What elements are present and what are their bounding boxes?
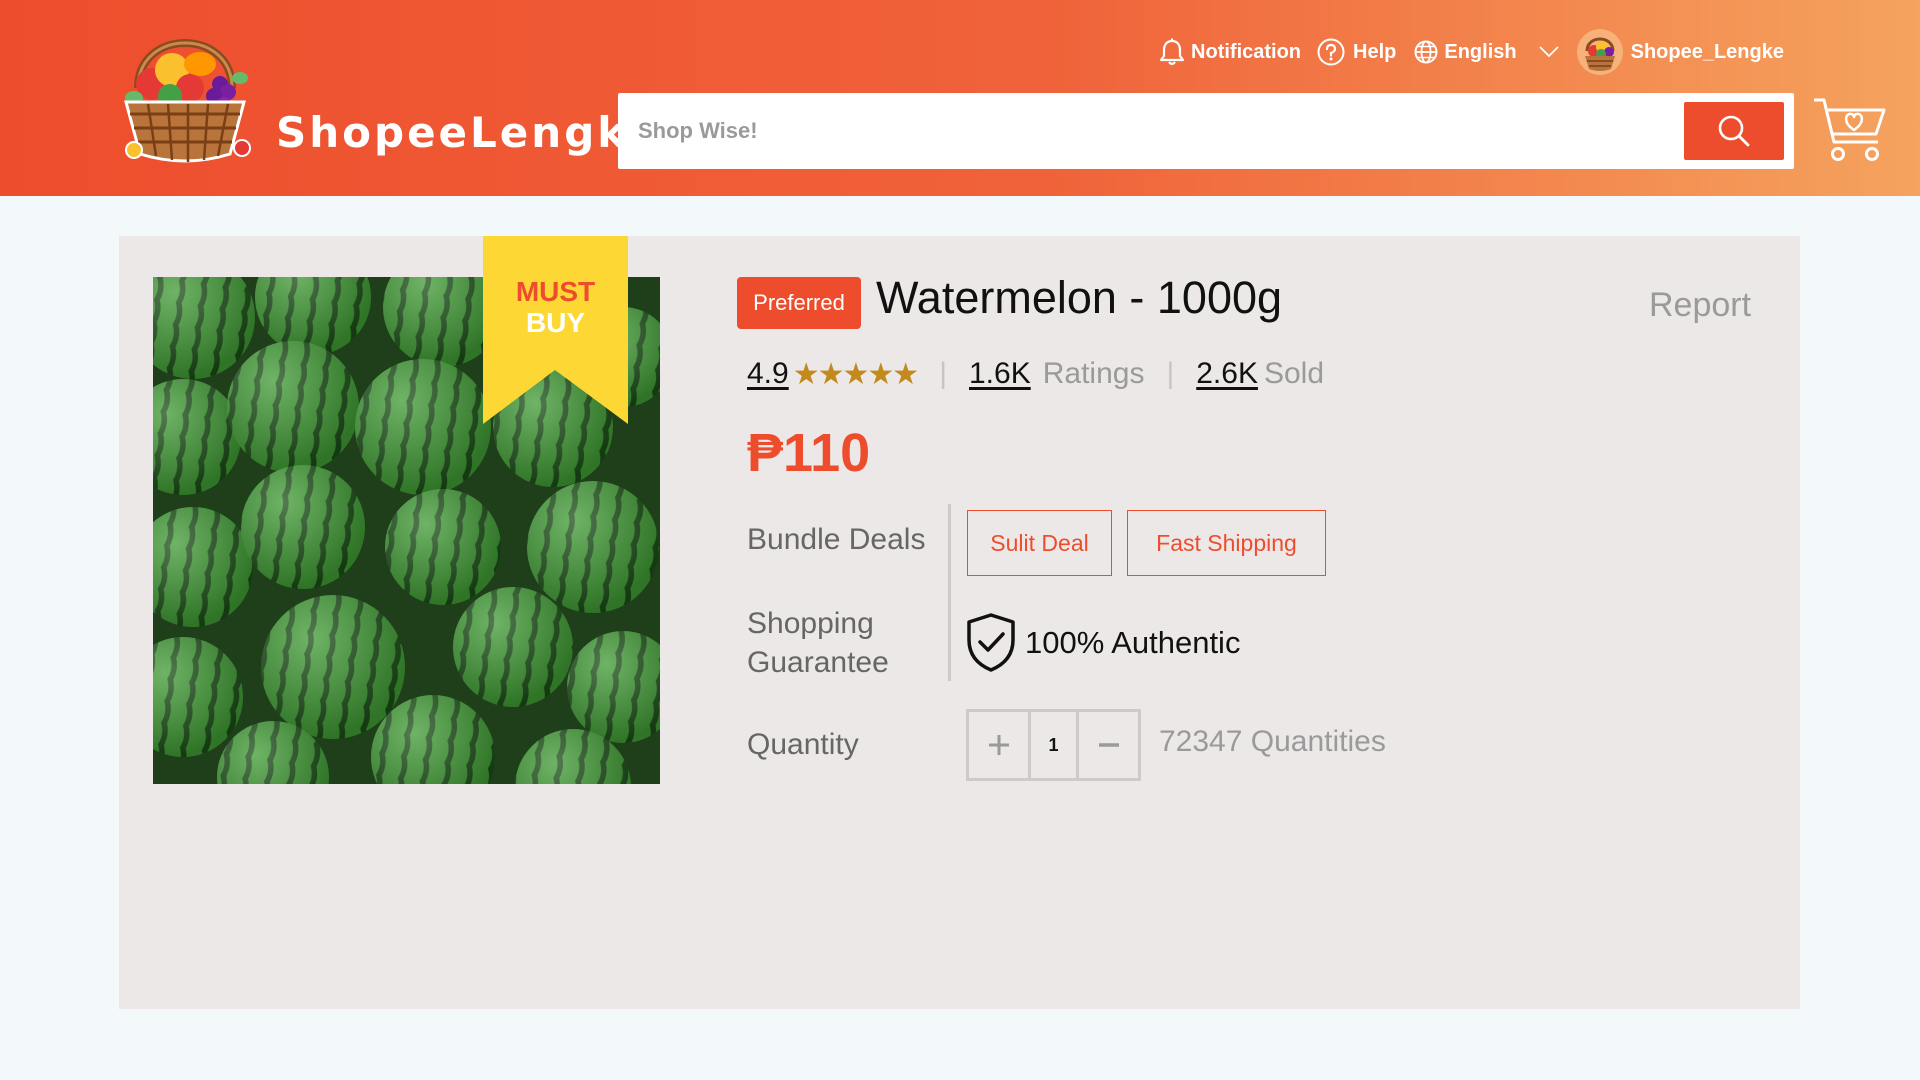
product-title: Watermelon - 1000g: [876, 272, 1283, 323]
help-link[interactable]: Help: [1317, 38, 1396, 66]
brand-name[interactable]: ShopeeLengke: [276, 108, 659, 157]
shield-check-icon: [967, 613, 1015, 672]
divider: |: [1166, 357, 1175, 390]
language-selector[interactable]: English: [1414, 40, 1576, 64]
search-button[interactable]: [1684, 102, 1784, 160]
top-nav: Notification Help English Shopee_Lengke: [1159, 29, 1784, 75]
top-header: ShopeeLengke Notification Help English S…: [0, 0, 1920, 196]
chevron-down-icon[interactable]: [1538, 46, 1559, 58]
search-icon: [1718, 115, 1750, 147]
rating-row: 4.9 ★★★★★ | 1.6K Ratings | 2.6K Sold: [747, 354, 1324, 394]
must-buy-label: MUST BUY: [483, 276, 628, 338]
cart-heart-icon[interactable]: [1812, 94, 1888, 168]
authentic-text: 100% Authentic: [1025, 625, 1241, 660]
ribbon-line-1: MUST: [515, 276, 596, 307]
preferred-badge: Preferred: [737, 277, 861, 329]
plus-icon: [988, 735, 1009, 755]
sold-label: Sold: [1263, 357, 1324, 390]
quantity-label: Quantity: [747, 728, 859, 761]
stock-available: 72347 Quantities: [1159, 725, 1386, 758]
bell-icon: [1159, 38, 1185, 66]
product-card: MUST BUY Preferred Watermelon - 1000g Re…: [119, 236, 1800, 1009]
sold-count[interactable]: 2.6K: [1196, 357, 1258, 391]
guarantee-label-line-2: Guarantee: [747, 646, 889, 679]
fruit-basket-logo[interactable]: [108, 18, 262, 170]
notification-link[interactable]: Notification: [1159, 38, 1301, 66]
quantity-stepper: 1: [966, 709, 1141, 781]
ribbon-line-2: BUY: [525, 307, 586, 338]
globe-icon: [1414, 40, 1438, 64]
bundle-deals-label: Bundle Deals: [747, 523, 926, 556]
deal-sulit-button[interactable]: Sulit Deal: [967, 510, 1112, 576]
minus-icon: [1098, 743, 1119, 747]
shopping-guarantee-label: Shopping Guarantee: [747, 604, 889, 682]
divider: |: [939, 357, 947, 390]
user-menu[interactable]: Shopee_Lengke: [1576, 29, 1784, 75]
search-bar: [618, 93, 1794, 169]
increase-button[interactable]: [969, 712, 1031, 778]
product-price: ₱110: [747, 423, 871, 483]
rating-value[interactable]: 4.9: [747, 357, 789, 391]
ratings-count[interactable]: 1.6K: [969, 357, 1031, 391]
username: Shopee_Lengke: [1630, 40, 1784, 63]
guarantee-label-line-1: Shopping: [747, 607, 874, 640]
help-icon: [1317, 38, 1345, 66]
section-divider: [948, 504, 951, 681]
report-link[interactable]: Report: [1649, 286, 1751, 325]
star-rating-icon: ★★★★★: [792, 357, 919, 391]
avatar: [1576, 29, 1623, 75]
deal-fast-shipping-button[interactable]: Fast Shipping: [1127, 510, 1326, 576]
language-label: English: [1444, 40, 1517, 63]
search-input[interactable]: [638, 103, 1638, 159]
help-label: Help: [1353, 40, 1397, 63]
ratings-label: Ratings: [1042, 357, 1145, 390]
notification-label: Notification: [1191, 40, 1302, 63]
decrease-button[interactable]: [1076, 712, 1138, 778]
quantity-value[interactable]: 1: [1031, 712, 1076, 778]
